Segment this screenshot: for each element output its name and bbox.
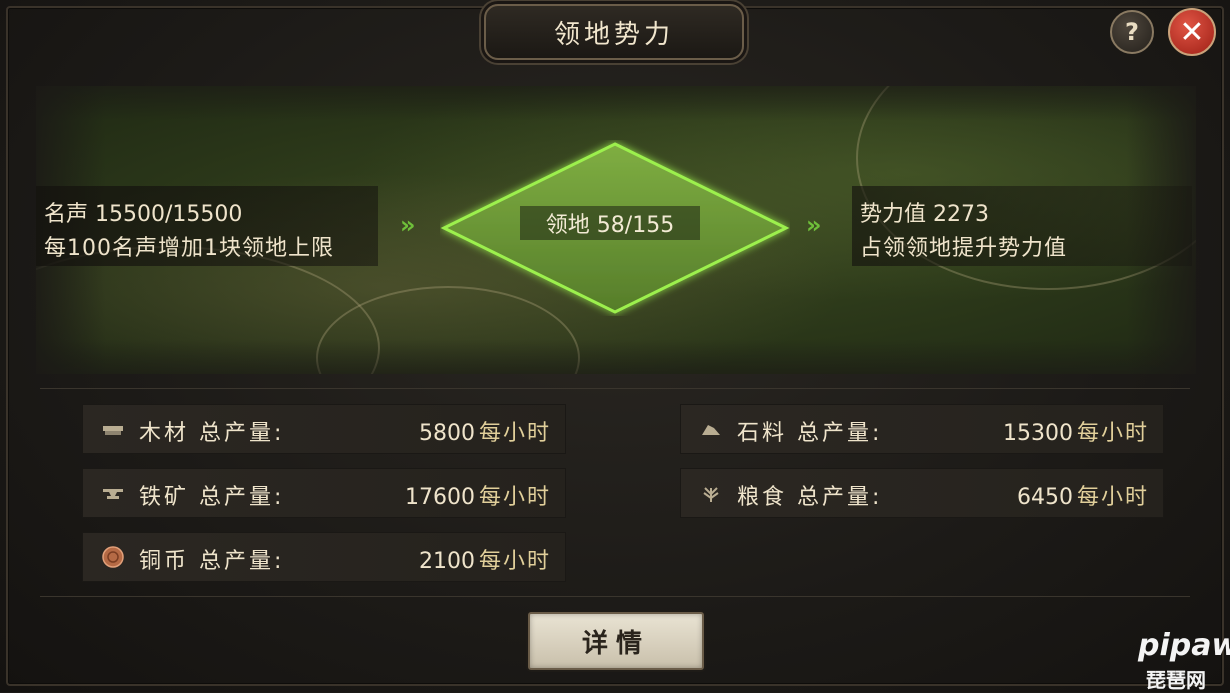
resource-row-wood: 木材 总产量: 5800 每小时	[82, 404, 566, 454]
resource-output: 6450 每小时	[1017, 479, 1149, 511]
resource-unit: 每小时	[1076, 485, 1149, 510]
details-button[interactable]: 详情	[528, 612, 704, 670]
power-panel: 势力值 2273 占领领地提升势力值	[852, 186, 1192, 266]
territory-count: 领地 58/155	[520, 206, 700, 240]
iron-anvil-icon	[103, 489, 123, 499]
help-button[interactable]: ?	[1110, 10, 1154, 54]
resource-value: 2100	[418, 549, 475, 574]
question-mark-icon: ?	[1125, 18, 1139, 46]
resource-name: 石料 总产量:	[737, 421, 883, 446]
site-watermark: pipaw 琵琶网	[1128, 628, 1230, 692]
resource-unit: 每小时	[1076, 421, 1149, 446]
resource-unit: 每小时	[478, 421, 551, 446]
resource-value: 15300	[1002, 421, 1073, 446]
resource-output: 17600 每小时	[405, 479, 551, 511]
resource-row-stone: 石料 总产量: 15300 每小时	[680, 404, 1164, 454]
resource-name: 铜币 总产量:	[139, 549, 285, 574]
resource-row-iron: 铁矿 总产量: 17600 每小时	[82, 468, 566, 518]
title-plate: 领地势力	[484, 4, 744, 60]
resource-value: 5800	[418, 421, 475, 446]
grain-icon	[703, 487, 719, 502]
copper-coin-icon	[102, 546, 124, 568]
double-arrow-right-icon: »	[806, 211, 822, 239]
watermark-logo: pipaw	[1138, 628, 1230, 663]
power-value: 势力值 2273	[860, 202, 989, 227]
resource-unit: 每小时	[478, 485, 551, 510]
close-button[interactable]: ✕	[1168, 8, 1216, 56]
resource-name: 木材 总产量:	[139, 421, 285, 446]
double-arrow-right-icon: »	[400, 211, 416, 239]
resource-value: 6450	[1016, 485, 1073, 510]
resource-value: 17600	[404, 485, 475, 510]
stone-icon	[702, 425, 720, 435]
resource-row-grain: 粮食 总产量: 6450 每小时	[680, 468, 1164, 518]
power-description: 占领领地提升势力值	[860, 236, 1068, 261]
close-icon: ✕	[1179, 14, 1205, 50]
resource-output: 15300 每小时	[1003, 415, 1149, 447]
dialog-title: 领地势力	[553, 19, 674, 50]
reputation-description: 每100名声增加1块领地上限	[44, 236, 334, 261]
divider	[40, 596, 1190, 597]
reputation-value: 名声 15500/15500	[44, 202, 243, 227]
resource-output: 5800 每小时	[419, 415, 551, 447]
resource-name: 铁矿 总产量:	[139, 485, 285, 510]
watermark-text: 琵琶网	[1146, 668, 1206, 692]
resource-name: 粮食 总产量:	[737, 485, 883, 510]
divider	[40, 388, 1190, 389]
resource-row-copper: 铜币 总产量: 2100 每小时	[82, 532, 566, 582]
resource-output: 2100 每小时	[419, 543, 551, 575]
reputation-panel: 名声 15500/15500 每100名声增加1块领地上限	[36, 186, 378, 266]
wood-icon	[103, 426, 123, 435]
resource-unit: 每小时	[478, 549, 551, 574]
